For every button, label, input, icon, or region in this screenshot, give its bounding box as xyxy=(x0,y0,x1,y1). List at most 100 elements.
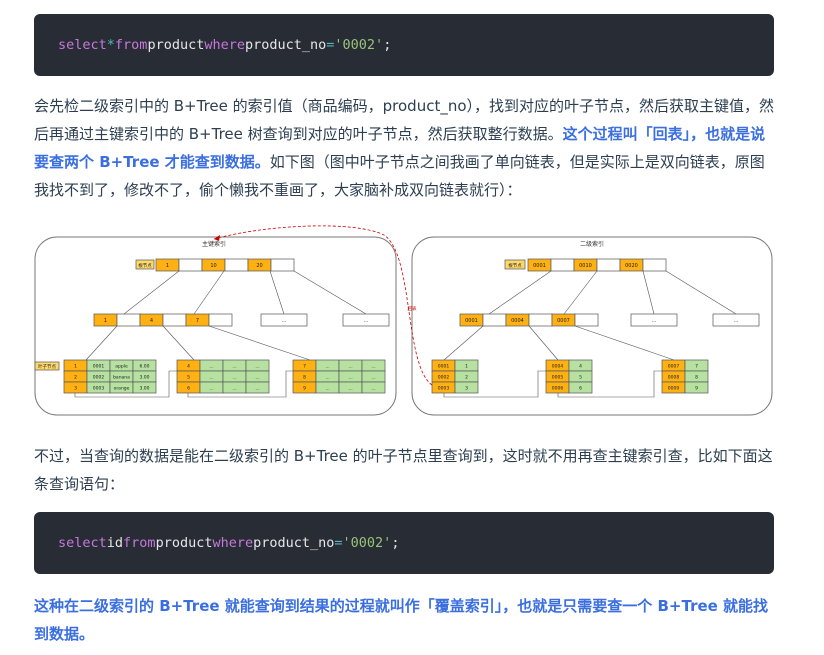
paragraph-covering-index: 这种在二级索引的 B+Tree 就能查询到结果的过程就叫作「覆盖索引」，也就是只… xyxy=(34,592,778,648)
left-leaf-2-cell-label: 4 xyxy=(187,364,190,370)
right-leaf-3-cell-label: 0008 xyxy=(668,375,680,381)
left-leaf-1-cell-label: 3.00 xyxy=(139,375,149,381)
right-leaf-3-cell-label: 0009 xyxy=(668,386,680,392)
left-leaf-1-cell-label: orange xyxy=(114,386,130,392)
left-leaf-2-cell-label: ... xyxy=(209,365,213,370)
left-mid-pointer-cell xyxy=(162,313,187,327)
left-leaf-3-cell-label: ... xyxy=(348,376,352,381)
left-leaf-1-cell-label: 6.00 xyxy=(139,364,149,370)
sql-keyword: where xyxy=(212,535,254,551)
left-leaf-2-cell-label: ... xyxy=(232,387,236,392)
sql-identifier: id xyxy=(106,535,124,551)
right-root-key-label: 0001 xyxy=(533,263,546,269)
right-leaf-1-cell-label: 3 xyxy=(465,386,468,392)
paragraph-covering-intro: 不过，当查询的数据是能在二级索引的 B+Tree 的叶子节点里查询到，这时就不用… xyxy=(34,442,778,498)
left-mid-pointer-cell xyxy=(116,313,141,327)
left-mid-key-label: 4 xyxy=(150,318,153,324)
secondary-index-title: 二级索引 xyxy=(580,240,604,248)
left-leaf-2-cell-label: ... xyxy=(209,376,213,381)
right-root-key-label: 0010 xyxy=(579,263,592,269)
sql-keyword: from xyxy=(123,535,156,551)
left-leaf-1-cell-label: 0003 xyxy=(93,386,105,392)
left-leaf-1-cell-label: banana xyxy=(113,375,130,381)
left-leaf-3-cell-label: ... xyxy=(371,365,375,370)
left-leaf-3-cell-label: ... xyxy=(325,376,329,381)
sql-operator: = xyxy=(334,535,343,551)
sql-punct: ; xyxy=(391,535,400,551)
code-block-1: select * from product where product_no =… xyxy=(34,14,774,76)
highlight-text: 这种在二级索引的 B+Tree 就能查询到结果的过程就叫作「覆盖索引」，也就是只… xyxy=(34,597,769,643)
sql-identifier: product_no xyxy=(244,37,327,53)
sql-operator: * xyxy=(106,37,115,53)
btree-diagram: 主键索引 二级索引 根节点 1 10 20 1 4 7... ... 叶子节点 1 0001 appl… xyxy=(34,225,773,416)
right-leaf-2-cell-label: 4 xyxy=(579,364,582,370)
left-root-pointer-cell xyxy=(270,258,295,272)
left-mid-key-label: 7 xyxy=(196,318,199,324)
sql-string: '0002' xyxy=(334,37,384,53)
right-mid-pointer-cell xyxy=(574,313,599,327)
sql-keyword: select xyxy=(58,535,107,551)
sql-operator: = xyxy=(326,37,335,53)
left-leaf-1-cell-label: apple xyxy=(115,364,128,370)
right-root-key-label: 0020 xyxy=(625,263,638,269)
left-leaf-3-cell-label: ... xyxy=(348,387,352,392)
left-root-key-label: 10 xyxy=(210,263,216,269)
left-leaf-3-cell-label: 7 xyxy=(303,364,306,370)
right-mid-empty-1-label: ... xyxy=(652,318,657,324)
left-leaf-3-cell-label: ... xyxy=(371,376,375,381)
left-leaf-1-cell-label: 2 xyxy=(74,375,77,381)
paragraph-text: 不过，当查询的数据是能在二级索引的 B+Tree 的叶子节点里查询到，这时就不用… xyxy=(34,447,773,493)
root-tag-label: 根节点 xyxy=(138,262,152,269)
sql-punct: ; xyxy=(383,37,392,53)
left-mid-key-label: 1 xyxy=(104,318,107,324)
right-leaf-2-cell-label: 0005 xyxy=(552,375,564,381)
left-leaf-1-cell-label: 0001 xyxy=(93,364,105,370)
left-leaf-2-cell-label: ... xyxy=(232,365,236,370)
right-leaf-2-cell-label: 6 xyxy=(579,386,582,392)
right-root-pointer-cell xyxy=(642,258,667,272)
sql-keyword: select xyxy=(58,37,107,53)
sql-identifier: product xyxy=(147,37,205,53)
left-root-pointer-cell xyxy=(224,258,249,272)
right-leaf-1-cell-label: 2 xyxy=(465,375,468,381)
left-leaf-2-cell-label: ... xyxy=(209,387,213,392)
right-leaf-3-cell-label: 9 xyxy=(695,386,698,392)
right-root-pointer-cell xyxy=(550,258,575,272)
left-leaf-2-cell-label: ... xyxy=(255,365,259,370)
right-leaf-3-cell-label: 8 xyxy=(695,375,698,381)
code-block-2: select id from product where product_no … xyxy=(34,512,774,574)
right-leaf-2-cell-label: 0006 xyxy=(552,386,564,392)
right-leaf-1-cell-label: 0001 xyxy=(438,364,450,370)
left-mid-empty-2-label: ... xyxy=(364,318,369,324)
right-root-pointer-cell xyxy=(596,258,621,272)
sql-keyword: where xyxy=(204,37,245,53)
paragraph-back-to-table: 会先检二级索引中的 B+Tree 的索引值（商品编码，product_no），找… xyxy=(34,92,778,204)
left-leaf-3-cell-label: 8 xyxy=(303,375,306,381)
left-leaf-3-cell-label: ... xyxy=(371,387,375,392)
back-to-table-label: 回表 xyxy=(408,305,417,312)
left-leaf-3-cell-label: 9 xyxy=(303,386,306,392)
right-leaf-3-cell-label: 7 xyxy=(695,364,698,370)
left-leaf-1-cell-label: 1 xyxy=(74,364,77,370)
root-tag-label: 根节点 xyxy=(508,262,522,269)
left-leaf-2-cell-label: ... xyxy=(255,387,259,392)
right-leaf-1-cell-label: 1 xyxy=(465,364,468,370)
left-root-key-label: 20 xyxy=(256,263,262,269)
sql-keyword: from xyxy=(114,37,148,53)
right-mid-key-label: 0004 xyxy=(511,318,524,324)
sql-string: '0002' xyxy=(342,535,392,551)
right-mid-key-label: 0001 xyxy=(465,318,478,324)
sql-identifier: product xyxy=(155,535,213,551)
right-leaf-3-cell-label: 0007 xyxy=(668,364,680,370)
right-mid-key-label: 0007 xyxy=(557,318,570,324)
left-leaf-1-cell-label: 3.00 xyxy=(139,386,149,392)
left-leaf-2-cell-label: ... xyxy=(232,376,236,381)
right-leaf-1-cell-label: 0002 xyxy=(438,375,450,381)
left-leaf-2-cell-label: ... xyxy=(255,376,259,381)
leaf-tag-label: 叶子节点 xyxy=(38,363,56,370)
left-leaf-1-cell-label: 0002 xyxy=(93,375,105,381)
left-leaf-3-cell-label: ... xyxy=(348,365,352,370)
right-leaf-1-cell-label: 0003 xyxy=(438,386,450,392)
left-leaf-2-cell-label: 6 xyxy=(187,386,190,392)
left-root-pointer-cell xyxy=(178,258,203,272)
